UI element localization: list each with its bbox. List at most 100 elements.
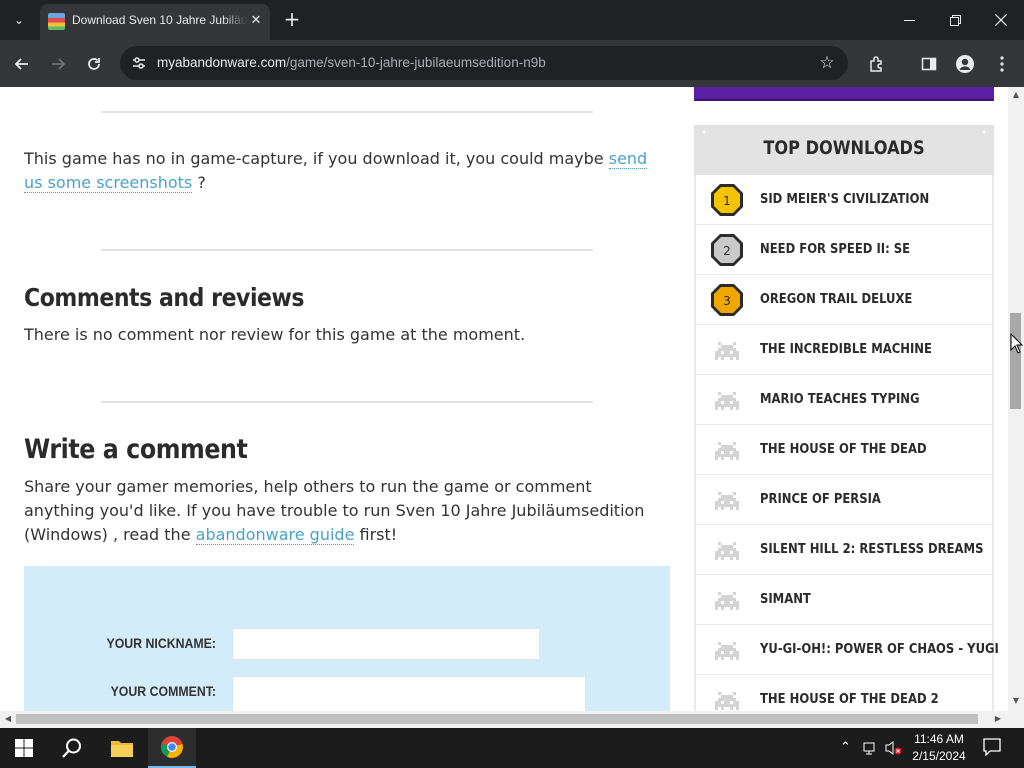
tab-title: Download Sven 10 Jahre Jubiläumsedition — [72, 13, 248, 27]
space-invader-icon — [710, 633, 744, 667]
top-download-name[interactable]: YU-GI-OH!: POWER OF CHAOS - YUGI — [760, 641, 999, 657]
tab-search-button[interactable]: ⌄ — [8, 9, 30, 31]
top-download-item[interactable]: 2 NEED FOR SPEED II: SE — [696, 225, 992, 274]
comment-textarea[interactable] — [232, 676, 586, 711]
search-icon[interactable] — [48, 728, 96, 768]
browser-tab[interactable]: Download Sven 10 Jahre Jubiläumsedition … — [40, 4, 270, 40]
page-viewport: This game has no in game-capture, if you… — [0, 87, 1008, 711]
top-download-item[interactable]: 1 SID MEIER'S CIVILIZATION — [696, 175, 992, 224]
top-download-name[interactable]: PRINCE OF PERSIA — [760, 491, 881, 507]
rank-number: 3 — [723, 294, 731, 308]
top-download-name[interactable]: SILENT HILL 2: RESTLESS DREAMS — [760, 541, 983, 557]
site-info-icon[interactable] — [130, 54, 148, 72]
back-arrow-icon[interactable] — [10, 52, 34, 76]
sidebar-ad-banner[interactable] — [694, 87, 994, 101]
notification-center-icon[interactable] — [983, 738, 1001, 760]
browser-tab-bar: ⌄ Download Sven 10 Jahre Jubiläumseditio… — [0, 0, 1024, 40]
vertical-scroll-thumb[interactable] — [1010, 313, 1021, 409]
profile-avatar-icon[interactable] — [953, 52, 977, 76]
rank-number: 1 — [723, 194, 731, 208]
rank-medal-icon: 1 — [710, 183, 744, 217]
url-path: /game/sven-10-jahre-jubilaeumsedition-n9… — [286, 55, 546, 70]
space-invader-icon — [710, 583, 744, 617]
comments-heading: Comments and reviews — [24, 283, 305, 312]
write-comment-paragraph: Share your gamer memories, help others t… — [24, 475, 664, 547]
top-download-name[interactable]: SIMANT — [760, 591, 811, 607]
divider — [101, 401, 593, 403]
scroll-right-arrow-icon[interactable]: ▶ — [992, 713, 1004, 725]
reload-icon[interactable] — [82, 52, 106, 76]
network-icon[interactable] — [863, 740, 879, 760]
comment-label: YOUR COMMENT: — [110, 683, 216, 699]
taskbar-clock[interactable]: 11:46 AM 2/15/2024 — [906, 731, 972, 765]
browser-toolbar: myabandonware.com/game/sven-10-jahre-jub… — [0, 40, 1024, 87]
comments-text: There is no comment nor review for this … — [24, 325, 526, 344]
scroll-up-arrow-icon[interactable]: ▲ — [1010, 89, 1022, 101]
top-download-name[interactable]: NEED FOR SPEED II: SE — [760, 241, 910, 257]
rank-medal-icon: 3 — [710, 283, 744, 317]
top-download-item[interactable]: THE HOUSE OF THE DEAD — [696, 425, 992, 474]
browser-menu-icon[interactable] — [990, 52, 1014, 76]
top-downloads-title: TOP DOWNLOADS — [763, 137, 925, 159]
bookmark-star-icon[interactable]: ☆ — [816, 52, 838, 74]
top-download-name[interactable]: THE HOUSE OF THE DEAD — [760, 441, 927, 457]
top-download-item[interactable]: SILENT HILL 2: RESTLESS DREAMS — [696, 525, 992, 574]
tray-chevron-icon[interactable]: ⌃ — [840, 740, 851, 755]
top-downloads-header: ✦ ✦ TOP DOWNLOADS — [694, 125, 994, 175]
top-download-item[interactable]: SIMANT — [696, 575, 992, 624]
top-download-name[interactable]: MARIO TEACHES TYPING — [760, 391, 920, 407]
nickname-input[interactable] — [232, 628, 540, 660]
site-favicon-icon — [48, 13, 65, 30]
top-downloads-panel: ✦ ✦ TOP DOWNLOADS 1 SID MEIER'S CIVILIZAT… — [694, 125, 999, 711]
start-button[interactable] — [0, 728, 48, 768]
side-panel-icon[interactable] — [917, 52, 941, 76]
forward-arrow-icon[interactable] — [46, 52, 70, 76]
top-download-item[interactable]: THE HOUSE OF THE DEAD 2 — [696, 675, 992, 711]
space-invader-icon — [710, 433, 744, 467]
top-download-name[interactable]: THE HOUSE OF THE DEAD 2 — [760, 691, 939, 707]
rivet-icon: ✦ — [701, 128, 708, 137]
address-bar[interactable]: myabandonware.com/game/sven-10-jahre-jub… — [120, 46, 848, 80]
scroll-down-arrow-icon[interactable]: ▼ — [1010, 695, 1022, 707]
clock-date: 2/15/2024 — [912, 749, 966, 763]
top-download-item[interactable]: YU-GI-OH!: POWER OF CHAOS - YUGI — [696, 625, 999, 674]
file-explorer-icon[interactable] — [98, 728, 146, 768]
minimize-button[interactable] — [895, 8, 923, 32]
clock-time: 11:46 AM — [914, 732, 964, 746]
scroll-left-arrow-icon[interactable]: ◀ — [2, 713, 14, 725]
space-invader-icon — [710, 683, 744, 711]
url-host: myabandonware.com — [157, 55, 287, 70]
rivet-icon: ✦ — [981, 128, 988, 137]
restore-button[interactable] — [941, 8, 969, 32]
space-invader-icon — [710, 483, 744, 517]
divider — [101, 111, 593, 113]
top-download-item[interactable]: 3 OREGON TRAIL DELUXE — [696, 275, 992, 324]
top-download-name[interactable]: THE INCREDIBLE MACHINE — [760, 341, 932, 357]
space-invader-icon — [710, 383, 744, 417]
top-download-item[interactable]: PRINCE OF PERSIA — [696, 475, 992, 524]
extensions-icon[interactable] — [865, 52, 889, 76]
write-suffix: first! — [359, 525, 398, 544]
windows-taskbar: ⌃ 11:46 AM 2/15/2024 — [0, 728, 1024, 768]
top-download-name[interactable]: OREGON TRAIL DELUXE — [760, 291, 912, 307]
url-text[interactable]: myabandonware.com/game/sven-10-jahre-jub… — [157, 55, 546, 70]
abandonware-guide-link[interactable]: abandonware guide — [195, 525, 355, 545]
chrome-taskbar-icon[interactable] — [148, 728, 196, 768]
comment-form: YOUR NICKNAME: YOUR COMMENT: — [24, 566, 670, 711]
top-download-item[interactable]: THE INCREDIBLE MACHINE — [696, 325, 992, 374]
mouse-cursor-icon — [1010, 333, 1024, 354]
write-comment-heading: Write a comment — [24, 434, 248, 465]
volume-muted-icon[interactable] — [885, 740, 903, 760]
top-download-item[interactable]: MARIO TEACHES TYPING — [696, 375, 992, 424]
capture-text: This game has no in game-capture, if you… — [24, 149, 604, 168]
rank-number: 2 — [723, 244, 731, 258]
top-download-name[interactable]: SID MEIER'S CIVILIZATION — [760, 191, 929, 207]
nickname-label: YOUR NICKNAME: — [106, 635, 216, 651]
close-window-button[interactable] — [987, 8, 1015, 32]
horizontal-scroll-thumb[interactable] — [16, 714, 978, 724]
capture-paragraph: This game has no in game-capture, if you… — [24, 147, 664, 195]
new-tab-button[interactable]: + — [282, 8, 302, 30]
divider — [101, 249, 593, 251]
tab-close-icon[interactable]: ✕ — [247, 12, 265, 30]
space-invader-icon — [710, 533, 744, 567]
